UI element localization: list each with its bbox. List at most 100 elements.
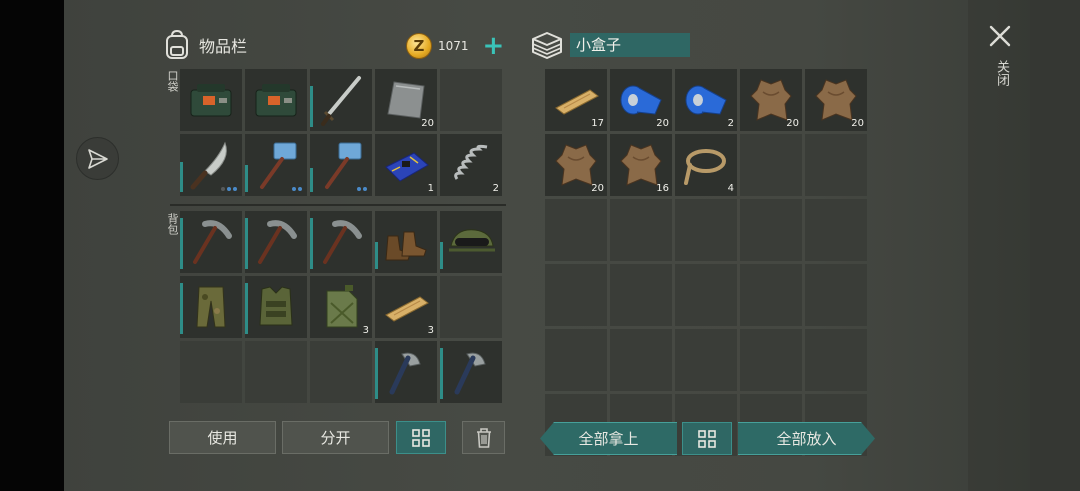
camo-pants-icon [196, 286, 226, 328]
container-slot[interactable]: 20 [805, 69, 867, 131]
container-slot[interactable] [675, 264, 737, 326]
backpack-slot[interactable] [375, 341, 437, 403]
container-slot[interactable] [675, 329, 737, 391]
toolbox-icon [190, 84, 232, 117]
item-quantity: 20 [421, 118, 434, 129]
item-quantity: 3 [362, 325, 369, 336]
jerrycan-icon [326, 285, 358, 328]
backpack-slot[interactable] [440, 276, 502, 338]
backpack-slot[interactable] [310, 341, 372, 403]
machete-icon [190, 141, 227, 190]
container-slot[interactable]: 20 [740, 69, 802, 131]
add-coins-button[interactable]: + [483, 33, 505, 59]
durability-bar [180, 283, 183, 334]
use-button[interactable]: 使用 [169, 421, 276, 454]
close-label[interactable]: 关闭 [992, 60, 1011, 86]
backpack-slot[interactable] [375, 211, 437, 273]
screen-edge-right [1030, 0, 1080, 491]
durability-bar [245, 165, 248, 192]
container-slot[interactable]: 20 [545, 134, 607, 196]
boots-icon [385, 231, 427, 261]
container-slot[interactable] [545, 329, 607, 391]
upgrade-dots [221, 187, 237, 191]
container-slot[interactable]: 17 [545, 69, 607, 131]
split-button[interactable]: 分开 [282, 421, 389, 454]
blue-tape-icon [685, 85, 727, 115]
container-slot[interactable] [805, 134, 867, 196]
backpack-slot[interactable]: 3 [310, 276, 372, 338]
item-quantity: 1 [427, 183, 434, 194]
backpack-slot[interactable] [180, 211, 242, 273]
durability-bar [180, 218, 183, 269]
container-slot[interactable]: 4 [675, 134, 737, 196]
pocket-slot[interactable] [440, 69, 502, 131]
take-all-button[interactable]: 全部拿上 [540, 422, 677, 455]
coin-icon: Z [406, 33, 432, 59]
container-slot[interactable]: 16 [610, 134, 672, 196]
container-slot[interactable] [545, 199, 607, 261]
container-slot[interactable] [610, 264, 672, 326]
pocket-slot[interactable] [310, 134, 372, 196]
pocket-slot[interactable] [245, 134, 307, 196]
container-slot[interactable] [610, 329, 672, 391]
screen-edge-left [0, 0, 64, 491]
backpack-slot[interactable] [245, 276, 307, 338]
container-slot[interactable] [740, 264, 802, 326]
grid-sort-icon [698, 429, 716, 448]
backpack-slot[interactable] [245, 211, 307, 273]
container-slot[interactable] [740, 134, 802, 196]
backpack-slot[interactable] [440, 211, 502, 273]
container-slot[interactable] [805, 264, 867, 326]
upgrade-dots [357, 187, 367, 191]
pickaxe-icon [193, 220, 232, 264]
pocket-slot[interactable] [180, 69, 242, 131]
backpack-icon [166, 30, 188, 59]
delete-button[interactable] [462, 421, 505, 454]
pocket-slot[interactable] [245, 69, 307, 131]
backpack-slot[interactable] [440, 341, 502, 403]
close-icon[interactable] [988, 24, 1012, 48]
pickaxe-icon [323, 220, 362, 264]
pickaxe-icon [258, 220, 297, 264]
pocket-slot[interactable] [180, 134, 242, 196]
pocket-slot[interactable]: 1 [375, 134, 437, 196]
durability-bar [375, 348, 378, 399]
hatchet-icon [454, 352, 486, 395]
put-all-button[interactable]: 全部放入 [738, 422, 875, 455]
container-slot[interactable] [545, 264, 607, 326]
inventory-header: 物品栏 [163, 30, 247, 60]
backpack-slot[interactable] [180, 341, 242, 403]
item-quantity: 17 [591, 118, 604, 129]
container-name-field[interactable]: 小盒子 [570, 33, 690, 57]
durability-bar [310, 86, 313, 127]
pocket-slot[interactable]: 2 [440, 134, 502, 196]
item-quantity: 20 [786, 118, 799, 129]
trash-icon [476, 427, 491, 448]
pocket-slot[interactable] [310, 69, 372, 131]
container-slot[interactable]: 20 [610, 69, 672, 131]
upgrade-dots [292, 187, 302, 191]
container-slot[interactable]: 2 [675, 69, 737, 131]
container-slot[interactable] [805, 329, 867, 391]
container-slot[interactable] [610, 199, 672, 261]
toolbox-icon [255, 84, 297, 117]
container-slot[interactable] [805, 199, 867, 261]
durability-bar [375, 242, 378, 269]
backpack-slot[interactable] [310, 211, 372, 273]
durability-bar [310, 218, 313, 269]
backpack-slot[interactable] [245, 341, 307, 403]
wood-plank-icon [385, 296, 429, 322]
backpack-slot[interactable] [180, 276, 242, 338]
container-slot[interactable] [740, 199, 802, 261]
inventory-sort-button[interactable] [396, 421, 446, 454]
send-arrow-button[interactable] [76, 137, 119, 180]
rope-icon [684, 149, 726, 185]
container-sort-button[interactable] [682, 422, 732, 455]
backpack-grid: 33 [180, 211, 502, 403]
hatchet-icon [389, 352, 421, 395]
durability-bar [440, 242, 443, 269]
backpack-slot[interactable]: 3 [375, 276, 437, 338]
pocket-slot[interactable]: 20 [375, 69, 437, 131]
container-slot[interactable] [675, 199, 737, 261]
container-slot[interactable] [740, 329, 802, 391]
